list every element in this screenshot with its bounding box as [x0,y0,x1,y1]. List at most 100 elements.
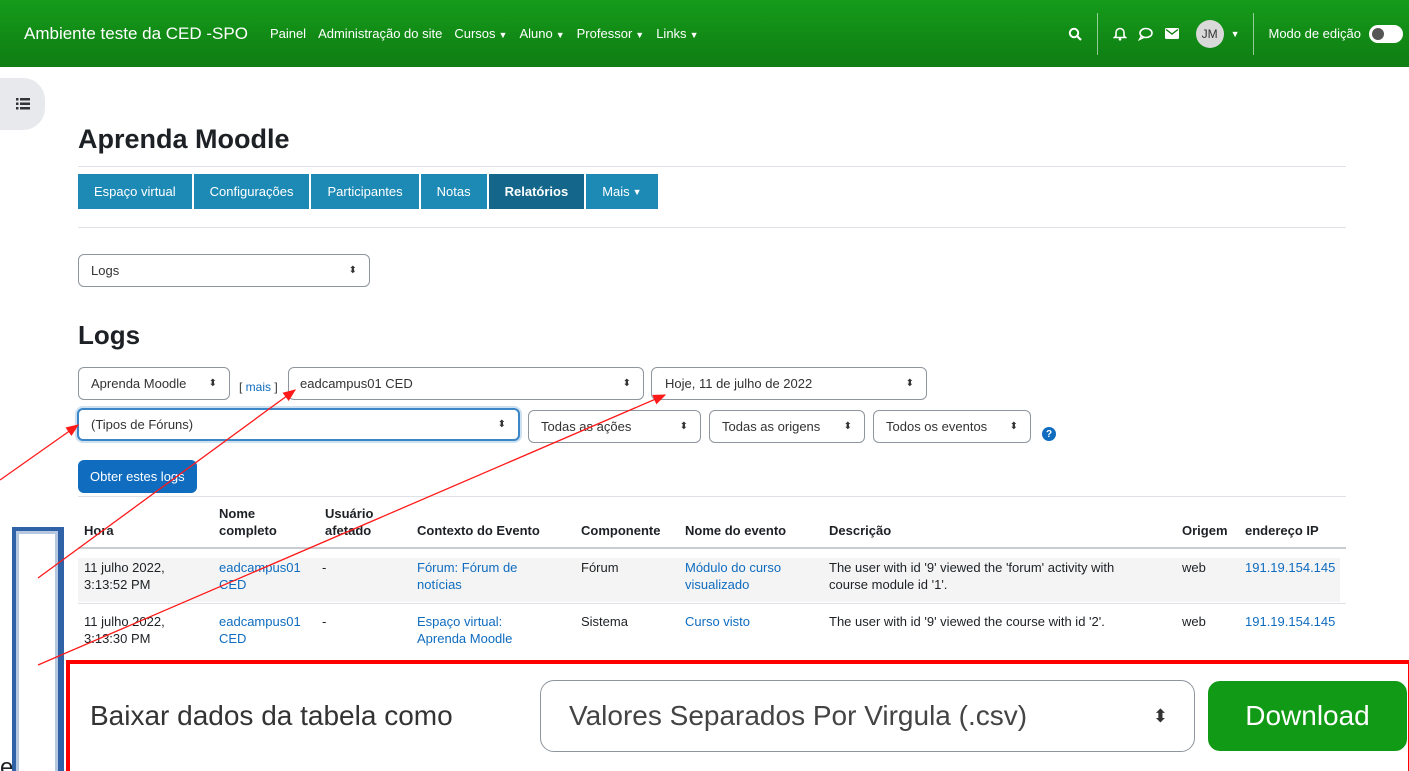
search-icon[interactable] [1067,26,1083,42]
nav-professor-label: Professor [576,26,633,41]
event-line: visualizado [685,577,750,592]
chat-icon[interactable] [1138,26,1154,42]
sort-arrows-icon: ⬍ [843,421,852,432]
table-cell-user-link[interactable]: eadcampus01 CED [219,613,301,647]
tab-notas[interactable]: Notas [420,174,487,209]
events-filter-value: Todos os eventos [886,419,988,434]
table-cell-ip-link[interactable]: 191.19.154.145 [1245,559,1335,576]
navbar-divider [1253,12,1255,55]
download-format-value: Valores Separados Por Virgula (.csv) [569,700,1028,731]
page-title: Aprenda Moodle [78,124,290,154]
tab-mais[interactable]: Mais ▼ [586,174,658,209]
annotation-box [12,527,64,771]
sort-arrows-icon: ⬍ [905,378,914,389]
table-cell-event-link[interactable]: Curso visto [685,613,750,630]
nav-links-label: Links [656,26,687,41]
annotation-arrow [0,424,80,481]
origins-filter-value: Todas as origens [722,419,821,434]
col-header-nome[interactable]: Nome completo [219,505,309,539]
help-icon[interactable]: ? [1042,427,1056,441]
nav-site-admin[interactable]: Administração do site [318,26,442,41]
report-select[interactable]: Logs ⬍ [78,254,370,287]
table-cell-user-link[interactable]: eadcampus01 CED [219,559,301,593]
mail-icon[interactable] [1164,26,1180,42]
table-cell-affected: - [322,560,327,575]
table-cell-context-link[interactable]: Espaço virtual: Aprenda Moodle [417,613,512,647]
col-header-usuario-afetado: Usuário afetado [325,506,374,538]
name-line: CED [219,577,247,592]
course-filter-select[interactable]: Aprenda Moodle ⬍ [78,367,230,400]
bell-icon[interactable] [1112,26,1128,42]
actions-filter-select[interactable]: Todas as ações ⬍ [528,410,701,443]
col-header-nome-evento: Nome do evento [685,523,787,538]
primary-navigation: Painel Administração do site Cursos ▼ Alu… [270,26,711,41]
navbar-user-area: JM ▼ Modo de edição [1067,0,1409,67]
table-cell-affected: - [322,614,327,629]
chevron-down-icon[interactable]: ▼ [1231,29,1240,39]
course-tabs: Espaço virtual Configurações Participant… [78,174,660,209]
top-navbar: Ambiente teste da CED -SPO Painel Admini… [0,0,1409,67]
download-button[interactable]: Download [1208,681,1407,751]
date-filter-select[interactable]: Hoje, 11 de julho de 2022 ⬍ [651,367,927,400]
sort-arrows-icon: ⬍ [679,421,688,432]
sort-arrows-icon: ⬍ [348,265,357,276]
event-line: Módulo do curso [685,560,782,575]
table-cell-context-link[interactable]: Fórum: Fórum de notícias [417,559,517,593]
origins-filter-select[interactable]: Todas as origens ⬍ [709,410,865,443]
site-name[interactable]: Ambiente teste da CED -SPO [24,24,248,44]
annotation-box-text: e [0,754,14,771]
table-cell-origin: web [1182,560,1206,575]
date-filter-value: Hoje, 11 de julho de 2022 [665,376,813,391]
tab-mais-label: Mais [602,184,630,199]
mais-link-wrapper: [ mais ] [239,380,278,394]
drawer-toggle-button[interactable] [0,78,45,130]
nav-aluno[interactable]: Aluno ▼ [519,26,564,41]
user-filter-select[interactable]: eadcampus01 CED ⬍ [288,367,644,400]
sort-arrows-icon: ⬍ [1009,421,1018,432]
header-divider [78,547,1346,549]
get-logs-button[interactable]: Obter estes logs [78,460,197,493]
table-cell-description: The user with id '9' viewed the 'forum' … [829,559,1114,593]
col-header-descricao: Descrição [829,523,892,538]
chevron-down-icon: ▼ [689,30,699,40]
table-cell-time: 11 julho 2022, 3:13:52 PM [84,559,165,593]
activity-filter-select[interactable]: (Tipos de Fóruns) ⬍ [77,408,520,441]
col-header-origem: Origem [1182,523,1228,538]
table-cell-ip-link[interactable]: 191.19.154.145 [1245,613,1335,630]
mais-link[interactable]: mais [246,380,271,394]
drawer-toggle-icon [15,98,30,110]
chevron-down-icon: ▼ [635,30,645,40]
table-cell-description: The user with id '9' viewed the course w… [829,614,1105,629]
download-format-select[interactable]: Valores Separados Por Virgula (.csv) ⬍ [540,680,1195,752]
description-line: course module id '1'. [829,577,948,592]
actions-filter-value: Todas as ações [541,419,632,434]
tab-participantes[interactable]: Participantes [311,174,419,209]
tab-relatorios[interactable]: Relatórios [488,174,585,209]
chevron-down-icon: ▼ [555,30,565,40]
divider [78,166,1346,167]
time-line: 11 julho 2022, [84,560,165,575]
row-divider [78,603,1346,604]
divider [78,227,1346,228]
nav-painel[interactable]: Painel [270,26,306,41]
edit-mode-label: Modo de edição [1268,26,1361,41]
sort-arrows-icon: ⬍ [497,419,506,430]
user-filter-value: eadcampus01 CED [300,376,413,391]
col-header-ip: endereço IP [1245,523,1319,538]
events-filter-select[interactable]: Todos os eventos ⬍ [873,410,1031,443]
tab-configuracoes[interactable]: Configurações [193,174,310,209]
time-line: 11 julho 2022, [84,614,165,629]
tab-espaco-virtual[interactable]: Espaço virtual [78,174,192,209]
col-header-hora[interactable]: Hora [84,522,114,539]
time-line: 3:13:30 PM [84,631,151,646]
sort-arrows-icon: ⬍ [622,378,631,389]
table-cell-event-link[interactable]: Módulo do curso visualizado [685,559,781,593]
avatar[interactable]: JM [1195,19,1224,48]
col-header-componente: Componente [581,523,661,538]
nav-professor[interactable]: Professor ▼ [577,26,645,41]
context-line: Fórum: Fórum de [417,560,518,575]
edit-mode-toggle[interactable] [1369,24,1403,43]
nav-links[interactable]: Links ▼ [656,26,698,41]
nav-cursos[interactable]: Cursos ▼ [454,26,507,41]
chevron-down-icon: ▼ [498,30,508,40]
